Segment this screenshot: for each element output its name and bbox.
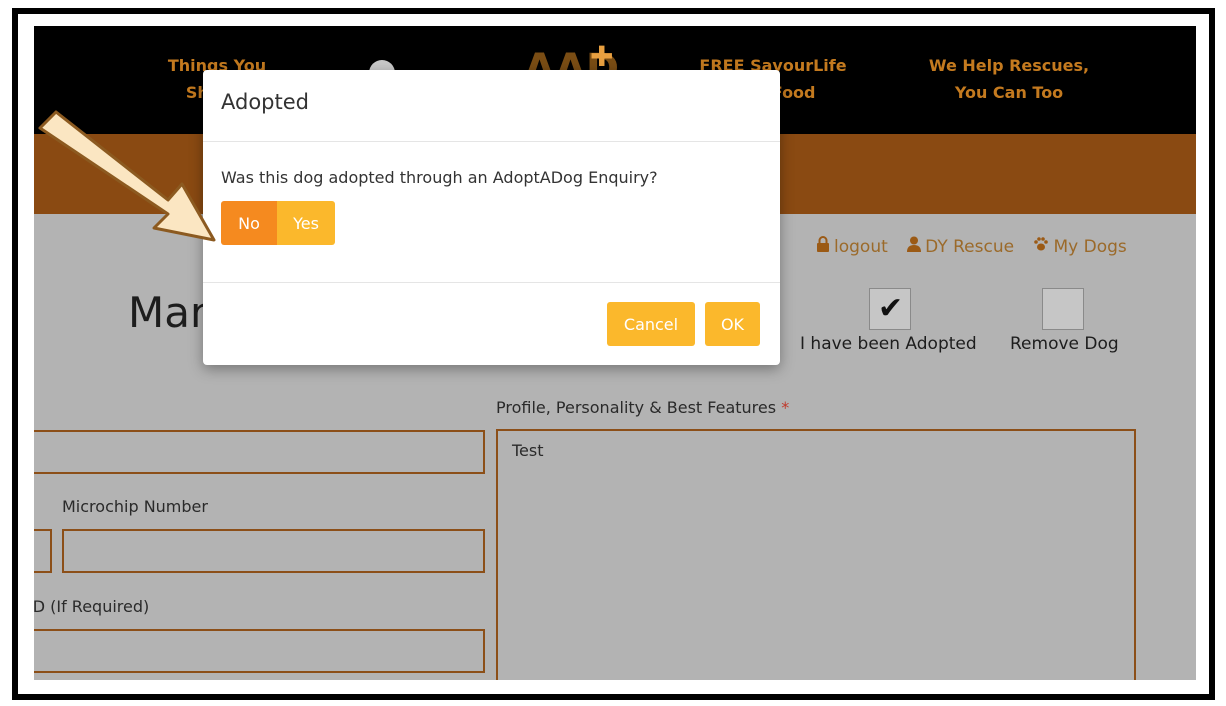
- nav-link-we-help-rescues[interactable]: We Help Rescues, You Can Too: [914, 52, 1104, 106]
- paw-icon: [1033, 236, 1049, 257]
- text-input-top[interactable]: [34, 430, 485, 474]
- toggle-option-yes[interactable]: Yes: [277, 201, 335, 245]
- profile-field-label: Profile, Personality & Best Features *: [496, 398, 789, 417]
- adopted-checkbox[interactable]: ✔: [869, 288, 911, 330]
- logout-label: logout: [834, 237, 888, 257]
- lock-icon: [816, 236, 830, 257]
- cancel-button[interactable]: Cancel: [607, 302, 695, 346]
- toggle-option-no[interactable]: No: [221, 201, 277, 245]
- remove-dog-checkbox-label: Remove Dog: [1010, 334, 1119, 354]
- adoption-source-toggle: No Yes: [221, 201, 335, 245]
- ok-button[interactable]: OK: [705, 302, 760, 346]
- account-label: DY Rescue: [925, 237, 1015, 257]
- microchip-input[interactable]: [62, 529, 485, 573]
- microchip-label: Microchip Number: [62, 497, 208, 516]
- modal-question: Was this dog adopted through an AdoptADo…: [221, 168, 658, 187]
- adopted-checkbox-label: I have been Adopted: [800, 334, 977, 354]
- modal-header: Adopted: [203, 70, 780, 142]
- my-dogs-label: My Dogs: [1053, 237, 1127, 257]
- account-link[interactable]: DY Rescue: [907, 236, 1019, 257]
- arrow-annotation-icon: [38, 110, 216, 242]
- user-icon: [907, 236, 922, 257]
- modal-footer: Cancel OK: [203, 282, 780, 365]
- user-links: logout DY Rescue My Dogs: [816, 236, 1141, 257]
- nav-link-line: You Can Too: [954, 83, 1064, 102]
- input-left-stub[interactable]: [34, 529, 52, 573]
- nav-link-line: We Help Rescues,: [928, 56, 1090, 75]
- id-label: ID (If Required): [34, 597, 150, 616]
- remove-dog-checkbox[interactable]: [1042, 288, 1084, 330]
- profile-textarea[interactable]: Test: [496, 429, 1136, 680]
- logo-cross-icon: ✚: [590, 40, 614, 73]
- checkmark-icon: ✔: [878, 291, 904, 326]
- profile-label-text: Profile, Personality & Best Features: [496, 398, 777, 417]
- my-dogs-link[interactable]: My Dogs: [1033, 236, 1127, 257]
- logout-link[interactable]: logout: [816, 236, 893, 257]
- required-mark: *: [781, 398, 790, 417]
- id-input[interactable]: [34, 629, 485, 673]
- adopted-modal: Adopted Was this dog adopted through an …: [203, 70, 780, 365]
- modal-title: Adopted: [221, 90, 309, 114]
- profile-textarea-value: Test: [512, 441, 544, 460]
